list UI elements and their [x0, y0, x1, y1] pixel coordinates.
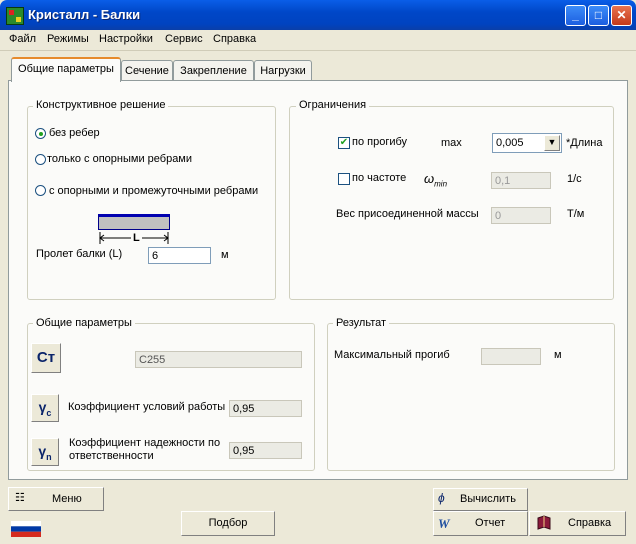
result-group-title: Результат: [333, 317, 390, 329]
deflection-label: по прогибу: [352, 136, 408, 148]
radio-no-ribs-label: без ребер: [49, 127, 100, 139]
gamma-n-label: Коэффициент надежности по ответственност…: [69, 437, 221, 462]
radio-support-ribs[interactable]: [35, 154, 46, 165]
beam-diagram: [98, 214, 170, 230]
design-group-title: Конструктивное решение: [33, 99, 169, 111]
book-icon: [537, 515, 551, 530]
result-group: [327, 323, 615, 471]
tab-section[interactable]: Сечение: [121, 60, 173, 80]
menu-button[interactable]: ☷ Меню: [8, 487, 104, 511]
radio-no-ribs[interactable]: [35, 128, 46, 139]
gamma-c-button[interactable]: γc: [31, 394, 59, 422]
help-button-label: Справка: [568, 517, 612, 529]
frequency-input[interactable]: 0,1: [491, 172, 551, 189]
limits-group-title: Ограничения: [296, 99, 370, 111]
steel-button[interactable]: Ст: [31, 343, 61, 373]
frequency-checkbox[interactable]: [338, 173, 350, 185]
report-button-label: Отчет: [475, 517, 506, 529]
frequency-label: по частоте: [352, 172, 407, 184]
gamma-c-field: 0,95: [229, 400, 302, 417]
gamma-n-button[interactable]: γn: [31, 438, 59, 466]
tab-loads[interactable]: Нагрузки: [254, 60, 312, 80]
radio-support-ribs-label: только с опорными ребрами: [47, 153, 193, 165]
span-input[interactable]: 6: [148, 247, 211, 264]
max-label: max: [441, 137, 462, 149]
app-icon: [6, 7, 24, 25]
frequency-unit: 1/с: [567, 173, 582, 185]
length-unit: *Длина: [566, 137, 603, 149]
deflection-checkbox[interactable]: ✔: [338, 137, 350, 149]
max-deflection-field: [481, 348, 541, 365]
close-button[interactable]: ✕: [611, 5, 632, 26]
max-deflection-value: 0,005: [496, 137, 524, 149]
tab-fixing[interactable]: Закрепление: [173, 60, 254, 80]
phi-icon: ϕ: [438, 491, 445, 505]
steel-grade-field: С255: [135, 351, 302, 368]
menu-bar: [0, 30, 636, 51]
mass-unit: Т/м: [567, 208, 585, 220]
common-group-title: Общие параметры: [33, 317, 135, 329]
minimize-button[interactable]: _: [565, 5, 586, 26]
menu-modes[interactable]: Режимы: [47, 33, 89, 45]
selection-button[interactable]: Подбор: [181, 511, 275, 536]
span-label: Пролет балки (L): [36, 248, 123, 260]
max-deflection-unit: м: [554, 349, 562, 361]
limits-group: [289, 106, 614, 300]
window-title: Кристалл - Балки: [28, 7, 141, 22]
word-icon: W: [438, 516, 450, 531]
tab-general[interactable]: Общие параметры: [11, 57, 121, 82]
calculate-button[interactable]: ϕ Вычислить: [433, 488, 528, 511]
radio-support-intermediate-ribs[interactable]: [35, 185, 46, 196]
menu-file[interactable]: Файл: [9, 33, 36, 45]
mass-label: Вес присоединенной массы: [336, 208, 479, 220]
chevron-down-icon[interactable]: ▼: [544, 135, 560, 151]
radio-support-intermediate-ribs-label: с опорными и промежуточными ребрами: [49, 185, 259, 197]
list-icon: ☷: [15, 492, 25, 504]
help-button[interactable]: Справка: [529, 511, 626, 536]
max-deflection-label: Максимальный прогиб: [334, 349, 450, 361]
beam-length-label: L: [131, 232, 142, 244]
gamma-n-field: 0,95: [229, 442, 302, 459]
menu-button-label: Меню: [52, 493, 82, 505]
gamma-c-label: Коэффициент условий работы: [68, 401, 226, 413]
menu-help[interactable]: Справка: [213, 33, 256, 45]
mass-input[interactable]: 0: [491, 207, 551, 224]
menu-service[interactable]: Сервис: [165, 33, 203, 45]
maximize-button[interactable]: □: [588, 5, 609, 26]
calculate-button-label: Вычислить: [460, 493, 516, 505]
omega-symbol: ωmin: [424, 171, 448, 189]
russia-flag-icon: [11, 521, 41, 537]
span-unit: м: [221, 249, 229, 261]
menu-settings[interactable]: Настройки: [99, 33, 153, 45]
report-button[interactable]: W Отчет: [433, 511, 528, 536]
